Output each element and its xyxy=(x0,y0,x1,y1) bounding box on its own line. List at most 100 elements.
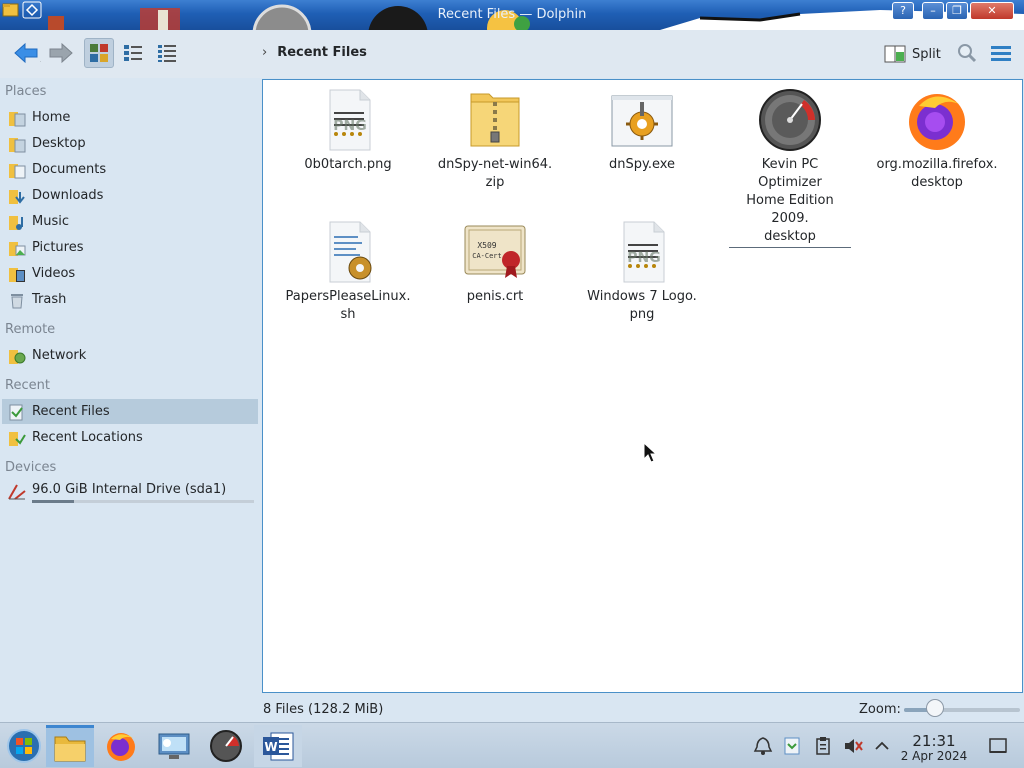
sidebar-item-music[interactable]: Music xyxy=(2,209,258,234)
view-icons-button[interactable] xyxy=(84,38,114,68)
file-name: dnSpy-net-win64. zip xyxy=(437,157,553,190)
notifications-tray-icon[interactable] xyxy=(753,736,773,756)
search-icon xyxy=(958,44,977,63)
forward-button[interactable] xyxy=(44,38,78,68)
taskbar-remote-desktop[interactable] xyxy=(150,725,198,767)
icons-view-icon xyxy=(90,44,108,62)
zip-archive-icon xyxy=(463,88,527,152)
sidebar-item-recent-locations[interactable]: Recent Locations xyxy=(2,425,258,450)
file-item[interactable]: PNG 0b0tarch.png xyxy=(280,88,416,174)
taskbar-optimizer[interactable] xyxy=(202,725,250,767)
show-desktop-icon[interactable] xyxy=(988,736,1008,756)
pictures-folder-icon xyxy=(6,238,28,258)
file-name: org.mozilla.firefox. desktop xyxy=(876,157,998,190)
hamburger-icon xyxy=(991,46,1011,61)
sidebar-item-desktop[interactable]: Desktop xyxy=(2,131,258,156)
split-view-icon xyxy=(884,45,906,63)
music-folder-icon xyxy=(6,212,28,232)
minimize-button[interactable]: – xyxy=(922,2,944,20)
maximize-button[interactable]: ❐ xyxy=(946,2,968,20)
close-button[interactable]: ✕ xyxy=(970,2,1014,20)
status-summary: 8 Files (128.2 MiB) xyxy=(263,702,384,717)
recent-locations-icon xyxy=(6,428,28,448)
clock-time[interactable]: 21:31 xyxy=(896,732,972,750)
svg-text:PNG: PNG xyxy=(627,250,660,266)
hamburger-menu-button[interactable] xyxy=(986,38,1016,68)
documents-folder-icon xyxy=(6,160,28,180)
split-label: Split xyxy=(912,46,941,62)
sidebar-item-home[interactable]: Home xyxy=(2,105,258,130)
network-tray-icon[interactable] xyxy=(782,736,802,756)
shell-script-icon xyxy=(316,220,380,284)
breadcrumb-chevron-icon: › xyxy=(262,45,268,60)
file-item[interactable]: org.mozilla.firefox. desktop xyxy=(869,88,1005,192)
svg-text:PNG: PNG xyxy=(333,118,366,134)
breadcrumb[interactable]: › Recent Files xyxy=(262,45,367,60)
section-devices: Devices xyxy=(5,460,57,475)
chevron-up-icon[interactable] xyxy=(872,736,892,756)
network-folder-icon xyxy=(6,346,28,366)
home-folder-icon xyxy=(6,108,28,128)
file-name: Windows 7 Logo. png xyxy=(587,289,697,322)
file-item[interactable]: X509 CA-Cert penis.crt xyxy=(427,220,563,306)
section-remote: Remote xyxy=(5,322,56,337)
drive-icon xyxy=(6,481,28,501)
arrow-left-icon xyxy=(14,42,41,64)
breadcrumb-current[interactable]: Recent Files xyxy=(277,45,367,60)
view-details-button[interactable] xyxy=(152,38,182,68)
file-item[interactable]: dnSpy.exe xyxy=(574,88,710,174)
clock-date[interactable]: 2 Apr 2024 xyxy=(896,749,972,763)
details-view-icon xyxy=(158,45,176,62)
section-places: Places xyxy=(5,84,47,99)
file-item[interactable]: PNG Windows 7 Logo. png xyxy=(574,220,710,324)
file-view[interactable]: PNG 0b0tarch.png dnSpy-net-win64. zip dn… xyxy=(262,79,1023,693)
trash-icon xyxy=(6,290,28,310)
main-toolbar: › Recent Files Split xyxy=(0,30,1024,78)
firefox-icon xyxy=(107,733,135,761)
file-name: Kevin PC Optimizer Home Edition 2009. de… xyxy=(729,156,851,248)
window-titlebar[interactable]: Recent Files — Dolphin ? – ❐ ✕ xyxy=(0,0,1024,30)
taskbar-word[interactable]: W xyxy=(254,725,302,767)
word-document-icon: W xyxy=(263,732,294,761)
file-item[interactable]: PapersPleaseLinux. sh xyxy=(280,220,416,324)
search-button[interactable] xyxy=(952,38,982,68)
start-menu-button[interactable] xyxy=(0,725,48,767)
file-item[interactable]: Kevin PC Optimizer Home Edition 2009. de… xyxy=(722,88,858,248)
recent-files-icon xyxy=(6,402,28,422)
zoom-slider[interactable] xyxy=(904,708,1020,712)
back-button[interactable] xyxy=(8,38,44,68)
taskbar-firefox[interactable] xyxy=(97,725,145,767)
sidebar-item-trash[interactable]: Trash xyxy=(2,287,258,312)
gauge-icon xyxy=(210,730,242,762)
zoom-slider-handle[interactable] xyxy=(926,699,945,717)
status-bar: 8 Files (128.2 MiB) Zoom: xyxy=(0,696,1024,722)
sidebar-item-videos[interactable]: Videos xyxy=(2,261,258,286)
sidebar-item-downloads[interactable]: Downloads xyxy=(2,183,258,208)
sidebar-item-internal-drive[interactable]: 96.0 GiB Internal Drive (sda1) xyxy=(2,479,258,507)
zoom-label: Zoom: xyxy=(859,702,901,717)
taskbar-file-manager[interactable] xyxy=(46,725,94,767)
svg-text:W: W xyxy=(264,740,277,754)
clipboard-tray-icon[interactable] xyxy=(813,736,833,756)
file-name: dnSpy.exe xyxy=(608,157,676,172)
svg-text:CA-Cert: CA-Cert xyxy=(472,252,502,260)
certificate-icon: X509 CA-Cert xyxy=(463,220,527,284)
gauge-icon xyxy=(758,88,822,152)
sidebar-item-documents[interactable]: Documents xyxy=(2,157,258,182)
sidebar-item-network[interactable]: Network xyxy=(2,343,258,368)
firefox-icon xyxy=(905,88,969,152)
drive-usage-bar xyxy=(32,500,254,503)
sidebar-item-pictures[interactable]: Pictures xyxy=(2,235,258,260)
places-panel: Places Home Desktop Documents Downloads … xyxy=(0,78,260,694)
file-name: penis.crt xyxy=(466,289,524,304)
volume-muted-icon[interactable] xyxy=(843,736,863,756)
sidebar-item-recent-files[interactable]: Recent Files xyxy=(2,399,258,424)
file-name: PapersPleaseLinux. sh xyxy=(285,289,411,322)
view-compact-button[interactable] xyxy=(118,38,148,68)
help-button[interactable]: ? xyxy=(892,2,914,20)
svg-text:X509: X509 xyxy=(477,241,496,250)
split-button[interactable]: Split xyxy=(884,41,941,67)
downloads-folder-icon xyxy=(6,186,28,206)
section-recent: Recent xyxy=(5,378,50,393)
file-item[interactable]: dnSpy-net-win64. zip xyxy=(427,88,563,192)
